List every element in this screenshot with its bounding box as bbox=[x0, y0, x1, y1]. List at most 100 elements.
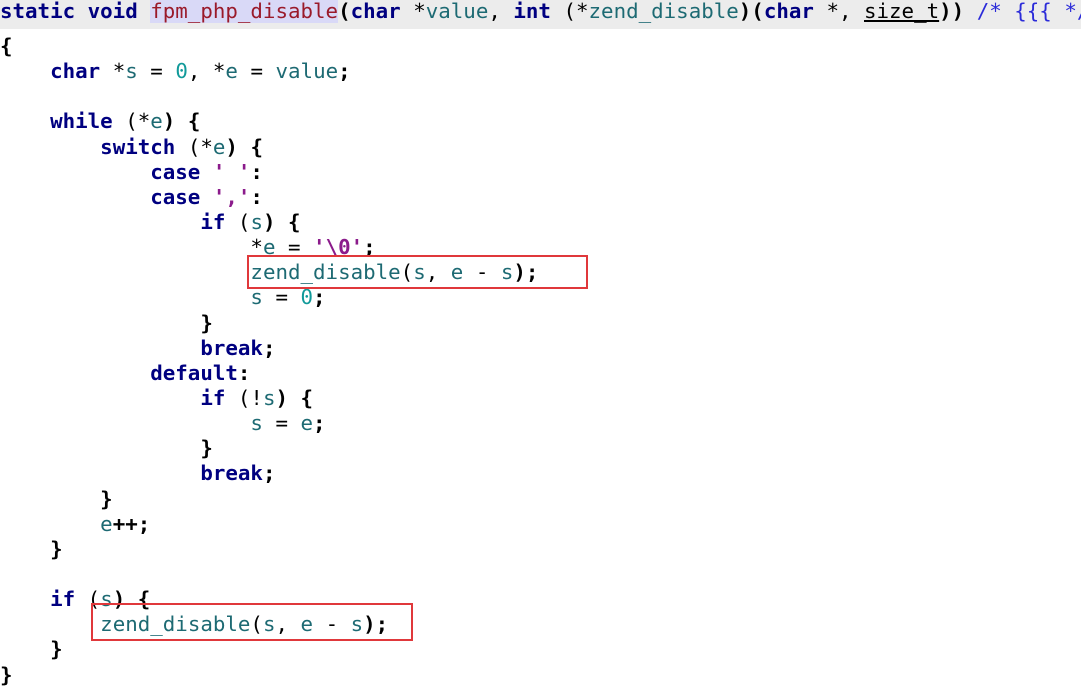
code-token: = bbox=[237, 59, 276, 84]
code-token: size_t bbox=[864, 0, 940, 23]
code-editor[interactable]: static void fpm_php_disable(char *value,… bbox=[0, 0, 1081, 688]
code-token: * bbox=[413, 0, 426, 23]
code-token: , bbox=[488, 0, 514, 23]
code-token: ; bbox=[262, 461, 276, 486]
code-token: ) { bbox=[225, 134, 263, 159]
code-token: s bbox=[125, 59, 138, 84]
code-line: break; bbox=[0, 461, 1081, 486]
code-line: default: bbox=[0, 361, 1081, 386]
code-token: s bbox=[250, 285, 263, 310]
code-token: static void bbox=[0, 0, 151, 23]
code-token: * bbox=[112, 59, 126, 84]
code-token: /* {{{ */ bbox=[964, 0, 1081, 23]
code-token: (* bbox=[563, 0, 589, 23]
code-token: char bbox=[763, 0, 827, 23]
code-token: case bbox=[150, 159, 213, 184]
code-token: ; bbox=[313, 285, 326, 310]
code-token: if bbox=[200, 209, 238, 234]
code-token: e bbox=[225, 59, 238, 84]
code-token: ; bbox=[313, 411, 326, 436]
code-line: s = e; bbox=[0, 411, 1081, 436]
code-line: char *s = 0, *e = value; bbox=[0, 59, 1081, 84]
code-token: = bbox=[262, 411, 301, 436]
code-token: default bbox=[150, 360, 238, 385]
code-token: ( bbox=[237, 209, 251, 234]
code-token: } bbox=[50, 637, 63, 662]
code-token: (* bbox=[187, 134, 213, 159]
code-token: 0 bbox=[175, 59, 188, 84]
code-line: if (!s) { bbox=[0, 386, 1081, 411]
code-token: : bbox=[250, 159, 263, 184]
code-token: value bbox=[425, 0, 489, 23]
code-token: value bbox=[275, 59, 339, 84]
code-token: )( bbox=[738, 0, 764, 23]
code-token: { bbox=[0, 34, 13, 58]
code-line: } bbox=[0, 637, 1081, 662]
code-token: s bbox=[250, 411, 263, 436]
code-token: *, bbox=[826, 0, 864, 23]
code-token: } bbox=[200, 310, 213, 335]
code-line: break; bbox=[0, 336, 1081, 361]
code-line: } bbox=[0, 311, 1081, 336]
code-token: s bbox=[250, 209, 263, 234]
code-token: if bbox=[50, 587, 88, 612]
code-token: ) { bbox=[162, 109, 201, 134]
code-token: e bbox=[150, 109, 163, 134]
code-token: e bbox=[212, 134, 226, 159]
code-line: } bbox=[0, 537, 1081, 562]
code-token: case bbox=[150, 184, 213, 209]
code-token: } bbox=[0, 662, 13, 687]
code-line: s = 0; bbox=[0, 285, 1081, 310]
code-token: break bbox=[200, 461, 263, 486]
code-line: while (*e) { bbox=[0, 109, 1081, 134]
code-token: switch bbox=[100, 134, 188, 159]
code-token: )) bbox=[939, 0, 965, 23]
code-token: ',' bbox=[212, 184, 251, 209]
code-token: ) { bbox=[275, 385, 314, 410]
code-token: 0 bbox=[300, 285, 314, 310]
code-token: (* bbox=[125, 109, 151, 134]
code-line: switch (*e) { bbox=[0, 135, 1081, 160]
code-line: } bbox=[0, 436, 1081, 461]
code-token: char bbox=[50, 59, 113, 84]
code-token: zend_disable bbox=[588, 0, 739, 23]
code-token: : bbox=[237, 360, 251, 385]
code-token: break bbox=[200, 335, 263, 360]
highlight-box-inner-call bbox=[247, 255, 588, 289]
code-token: ) { bbox=[262, 209, 301, 234]
code-token: } bbox=[200, 436, 213, 461]
code-token: char bbox=[350, 0, 414, 23]
code-token: ; bbox=[262, 335, 276, 360]
code-line: case ' ': bbox=[0, 160, 1081, 185]
code-token: : bbox=[250, 184, 263, 209]
code-line: { bbox=[0, 34, 1081, 59]
code-token: s bbox=[262, 385, 276, 410]
code-token: } bbox=[50, 536, 63, 561]
code-token: fpm_php_disable bbox=[150, 0, 339, 23]
code-token: while bbox=[50, 109, 126, 134]
code-token: , * bbox=[187, 59, 226, 84]
code-line: } bbox=[0, 487, 1081, 512]
highlight-box-final-call bbox=[91, 603, 413, 641]
code-line: e++; bbox=[0, 512, 1081, 537]
code-token: e bbox=[100, 511, 113, 536]
code-token: (! bbox=[237, 385, 263, 410]
